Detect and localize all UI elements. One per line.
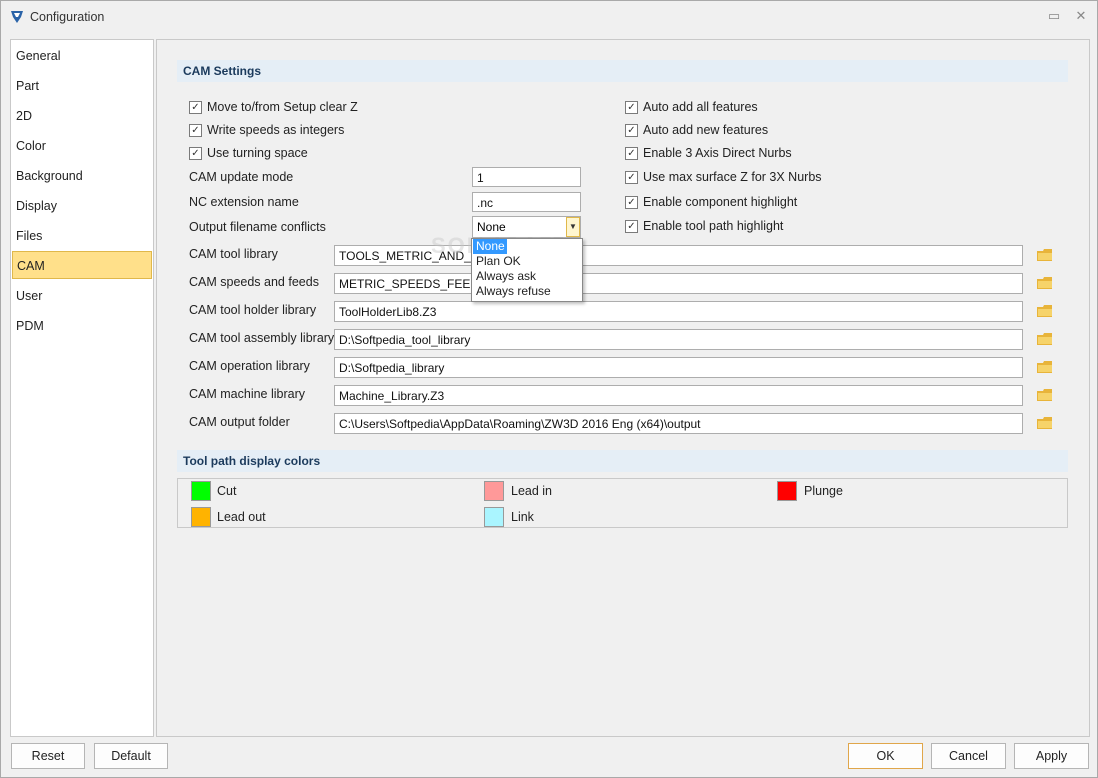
plunge-label: Plunge: [804, 484, 843, 498]
filename-conflicts-value: None: [477, 220, 506, 234]
folder-icon[interactable]: [1037, 417, 1053, 429]
sidebar-item-display[interactable]: Display: [12, 192, 152, 220]
tool-library-input[interactable]: TOOLS_METRIC_AND_INC: [334, 245, 1023, 266]
apply-button[interactable]: Apply: [1014, 743, 1089, 769]
check-auto-add-all-features[interactable]: ✓ Auto add all features: [625, 98, 925, 116]
speeds-feeds-input[interactable]: METRIC_SPEEDS_FEEDS.Z: [334, 273, 1023, 294]
tool-assembly-library-label: CAM tool assembly library: [189, 331, 335, 345]
sidebar-item-files[interactable]: Files: [12, 222, 152, 250]
checkbox[interactable]: ✓: [625, 196, 638, 209]
dropdown-option-none[interactable]: None: [473, 239, 507, 254]
lead-in-color-swatch[interactable]: [484, 481, 504, 501]
tool-holder-library-label: CAM tool holder library: [189, 303, 317, 317]
dropdown-option-always-ask[interactable]: Always ask: [473, 269, 580, 284]
close-icon[interactable]: ✕: [1074, 9, 1088, 23]
check-move-setup-clear-z[interactable]: ✓ Move to/from Setup clear Z: [189, 98, 449, 116]
folder-icon[interactable]: [1037, 389, 1053, 401]
filename-conflicts-dropdown: None Plan OK Always ask Always refuse: [471, 238, 583, 302]
dropdown-option-plan-ok[interactable]: Plan OK: [473, 254, 580, 269]
sidebar-item-background[interactable]: Background: [12, 162, 152, 190]
nc-extension-label: NC extension name: [189, 195, 299, 209]
configuration-window: Configuration ▭ ✕ General Part 2D Color …: [0, 0, 1098, 778]
cancel-button[interactable]: Cancel: [931, 743, 1006, 769]
default-button[interactable]: Default: [94, 743, 168, 769]
folder-icon[interactable]: [1037, 305, 1053, 317]
output-folder-input[interactable]: C:\Users\Softpedia\AppData\Roaming\ZW3D …: [334, 413, 1023, 434]
plunge-color-swatch[interactable]: [777, 481, 797, 501]
operation-library-input[interactable]: D:\Softpedia_library: [334, 357, 1023, 378]
folder-icon[interactable]: [1037, 249, 1053, 261]
checkbox[interactable]: ✓: [625, 124, 638, 137]
checkbox[interactable]: ✓: [625, 101, 638, 114]
sidebar-item-pdm[interactable]: PDM: [12, 312, 152, 340]
folder-icon[interactable]: [1037, 361, 1053, 373]
check-auto-add-new-features[interactable]: ✓ Auto add new features: [625, 121, 925, 139]
machine-library-label: CAM machine library: [189, 387, 306, 401]
filename-conflicts-select[interactable]: None ▼: [472, 216, 581, 238]
app-logo-icon: [11, 11, 23, 23]
sidebar-item-2d[interactable]: 2D: [12, 102, 152, 130]
sidebar-item-general[interactable]: General: [12, 42, 152, 70]
cam-settings-header: CAM Settings: [177, 60, 1068, 82]
lead-out-label: Lead out: [217, 510, 266, 524]
check-enable-3-axis-direct-nurbs[interactable]: ✓ Enable 3 Axis Direct Nurbs: [625, 144, 925, 162]
nc-extension-input[interactable]: .nc: [472, 192, 581, 212]
output-folder-label: CAM output folder: [189, 415, 290, 429]
operation-library-label: CAM operation library: [189, 359, 310, 373]
check-enable-tool-path-highlight[interactable]: ✓ Enable tool path highlight: [625, 217, 925, 235]
checkbox[interactable]: ✓: [189, 147, 202, 160]
sidebar-item-part[interactable]: Part: [12, 72, 152, 100]
check-write-speeds-integers[interactable]: ✓ Write speeds as integers: [189, 121, 449, 139]
check-use-max-surface-z[interactable]: ✓ Use max surface Z for 3X Nurbs: [625, 168, 925, 186]
restore-icon[interactable]: ▭: [1047, 9, 1061, 23]
lead-out-color-swatch[interactable]: [191, 507, 211, 527]
filename-conflicts-label: Output filename conflicts: [189, 220, 326, 234]
link-label: Link: [511, 510, 534, 524]
speeds-feeds-label: CAM speeds and feeds: [189, 275, 319, 289]
sidebar-item-user[interactable]: User: [12, 282, 152, 310]
tool-path-colors-box: Cut Lead in Plunge Lead out Link: [177, 478, 1068, 528]
check-use-turning-space[interactable]: ✓ Use turning space: [189, 144, 449, 162]
folder-icon[interactable]: [1037, 333, 1053, 345]
tool-holder-library-input[interactable]: ToolHolderLib8.Z3: [334, 301, 1023, 322]
checkbox[interactable]: ✓: [625, 171, 638, 184]
tool-assembly-library-input[interactable]: D:\Softpedia_tool_library: [334, 329, 1023, 350]
chevron-down-icon[interactable]: ▼: [566, 217, 580, 237]
cam-settings-panel: CAM Settings ✓ Move to/from Setup clear …: [156, 39, 1090, 737]
reset-button[interactable]: Reset: [11, 743, 85, 769]
tool-library-label: CAM tool library: [189, 247, 278, 261]
cut-color-swatch[interactable]: [191, 481, 211, 501]
ok-button[interactable]: OK: [848, 743, 923, 769]
tool-path-colors-header: Tool path display colors: [177, 450, 1068, 472]
link-color-swatch[interactable]: [484, 507, 504, 527]
check-enable-component-highlight[interactable]: ✓ Enable component highlight: [625, 193, 925, 211]
cam-update-mode-label: CAM update mode: [189, 170, 294, 184]
sidebar-item-color[interactable]: Color: [12, 132, 152, 160]
checkbox[interactable]: ✓: [189, 124, 202, 137]
checkbox[interactable]: ✓: [625, 147, 638, 160]
dropdown-option-always-refuse[interactable]: Always refuse: [473, 284, 580, 299]
category-list: General Part 2D Color Background Display…: [10, 39, 154, 737]
folder-icon[interactable]: [1037, 277, 1053, 289]
machine-library-input[interactable]: Machine_Library.Z3: [334, 385, 1023, 406]
checkbox[interactable]: ✓: [625, 220, 638, 233]
sidebar-item-cam[interactable]: CAM: [12, 251, 152, 279]
window-title: Configuration: [30, 10, 105, 24]
cam-update-mode-input[interactable]: 1: [472, 167, 581, 187]
checkbox[interactable]: ✓: [189, 101, 202, 114]
cut-label: Cut: [217, 484, 237, 498]
title-bar: Configuration ▭ ✕: [1, 1, 1097, 33]
lead-in-label: Lead in: [511, 484, 553, 498]
